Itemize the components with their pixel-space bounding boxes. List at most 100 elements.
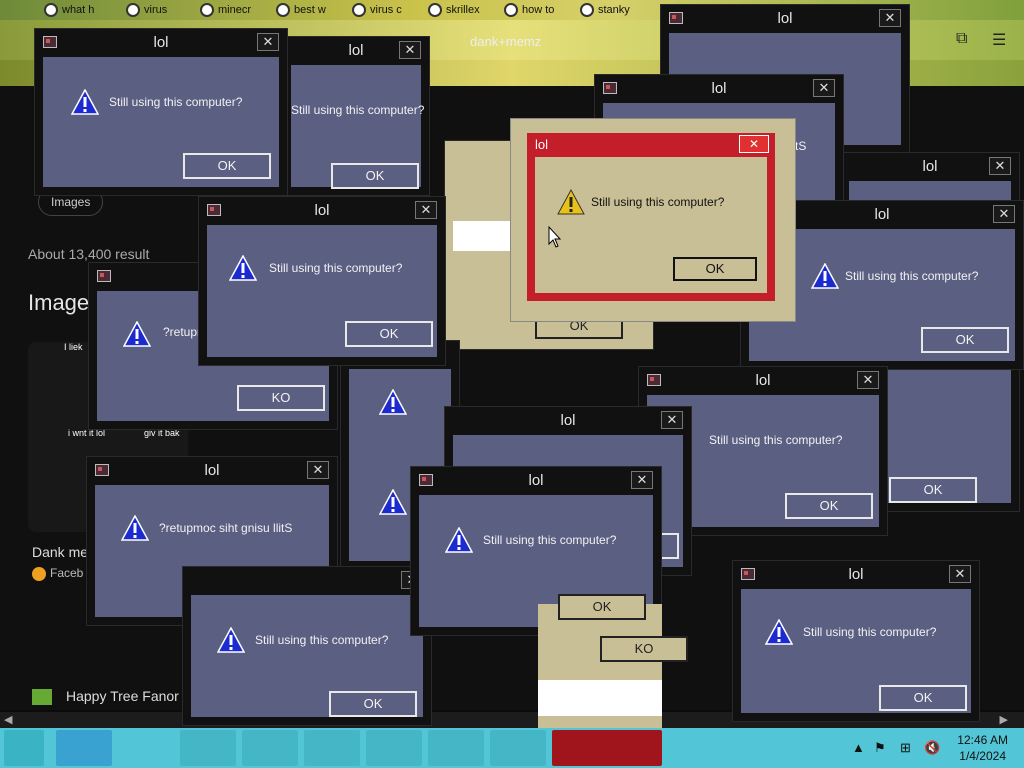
cmd-taskbar-icon[interactable] [304, 730, 360, 766]
close-button[interactable]: ✕ [949, 565, 971, 583]
scroll-right-icon[interactable]: ▶ [1000, 712, 1008, 728]
warning-icon [121, 515, 149, 541]
ok-button[interactable]: OK [785, 493, 873, 519]
paint-taskbar-icon[interactable] [242, 730, 298, 766]
result-title[interactable]: Happy Tree Fanor [32, 688, 179, 706]
browser-tab[interactable]: how to [500, 0, 574, 20]
browser-tab[interactable]: stanky [576, 0, 652, 20]
images-heading: Image [28, 290, 90, 315]
dialog-titlebar[interactable]: ✕ [183, 567, 431, 595]
close-button[interactable]: ✕ [857, 371, 879, 389]
address-text[interactable]: dank+memz [470, 34, 541, 49]
facebook-icon [32, 566, 46, 581]
dialog-fragment-body [538, 680, 662, 716]
google-icon [200, 3, 214, 17]
ko-button[interactable]: KO [237, 385, 325, 411]
meme-caption: I liek [64, 342, 83, 352]
close-button[interactable]: ✕ [415, 201, 437, 219]
dice-taskbar-icon[interactable] [490, 730, 546, 766]
mouse-cursor-icon [548, 226, 562, 248]
result-source: Faceb [32, 566, 83, 581]
browser-tab[interactable]: virus c [348, 0, 420, 20]
close-button[interactable]: ✕ [989, 157, 1011, 175]
chrome-taskbar-icon[interactable] [118, 730, 174, 766]
warning-icon [445, 527, 473, 553]
close-button[interactable]: ✕ [661, 411, 683, 429]
close-button[interactable]: ✕ [879, 9, 901, 27]
dialog-message: ?retupmoc siht gnisu llitS [159, 521, 293, 535]
dialog-window[interactable]: lol ✕ Still using this computer? OK [198, 196, 446, 366]
browser-tab[interactable]: virus [122, 0, 194, 20]
clock-date: 1/4/2024 [959, 749, 1006, 763]
clock[interactable]: 12:46 AM 1/4/2024 [957, 732, 1008, 764]
browser-tab[interactable]: skrillex [424, 0, 498, 20]
active-taskbar-item[interactable] [552, 730, 662, 766]
dialog-message: Still using this computer? [109, 95, 243, 109]
google-icon [352, 3, 366, 17]
dialog-message: Still using this computer? [845, 269, 979, 283]
browser-tab[interactable]: what h [40, 0, 116, 20]
browser-tab[interactable]: best w [272, 0, 344, 20]
dialog-titlebar[interactable]: lol ✕ [411, 467, 661, 495]
close-button[interactable]: ✕ [307, 461, 329, 479]
dialog-message: Still using this computer? [255, 633, 389, 647]
ok-button[interactable]: OK [879, 685, 967, 711]
dialog-titlebar[interactable]: lol ✕ [595, 75, 843, 103]
ok-button[interactable]: OK [345, 321, 433, 347]
menu-icon[interactable]: ☰ [992, 30, 1006, 50]
dialog-message: Still using this computer? [483, 533, 617, 547]
dialog-window-focused[interactable]: lol ✕ Still using this computer? OK [510, 118, 796, 322]
dialog-titlebar[interactable]: lol ✕ [733, 561, 979, 589]
taskbar: ▲ ⚑ ⊞ 🔇 12:46 AM 1/4/2024 [0, 728, 1024, 768]
warning-icon [229, 255, 257, 281]
scroll-left-icon[interactable]: ◀ [4, 712, 12, 728]
volume-muted-icon[interactable]: 🔇 [924, 740, 940, 756]
result-title[interactable]: Dank me [32, 544, 88, 560]
dialog-titlebar[interactable]: lol ✕ [841, 153, 1019, 181]
tray-chevron-icon[interactable]: ▲ [852, 740, 865, 755]
close-button[interactable]: ✕ [399, 41, 421, 59]
focused-dialog-frame: lol ✕ Still using this computer? OK [527, 133, 775, 301]
dialog-message: Still using this computer? [803, 625, 937, 639]
warning-icon [123, 321, 151, 347]
extensions-icon[interactable]: ⧉ [956, 30, 967, 48]
ok-button[interactable]: OK [921, 327, 1009, 353]
close-button[interactable]: ✕ [739, 135, 769, 153]
dialog-window[interactable]: ✕ Still using this computer? OK [182, 566, 432, 726]
google-icon [276, 3, 290, 17]
dialog-fragment: OK KO [538, 594, 688, 728]
dialog-titlebar[interactable]: lol ✕ [199, 197, 445, 225]
ok-button[interactable]: OK [329, 691, 417, 717]
ok-button[interactable]: OK [558, 594, 646, 620]
ko-button[interactable]: KO [600, 636, 688, 662]
notepad-taskbar-icon[interactable] [366, 730, 422, 766]
dialog-window[interactable]: lol ✕ Still using this computer? OK [732, 560, 980, 722]
ok-button[interactable]: OK [673, 257, 757, 281]
firefox-taskbar-icon[interactable] [56, 730, 112, 766]
dialog-titlebar[interactable]: lol ✕ [445, 407, 691, 435]
browser-tab[interactable]: minecr [196, 0, 268, 20]
dialog-titlebar[interactable]: lol ✕ [87, 457, 337, 485]
dialog-titlebar[interactable]: lol ✕ [35, 29, 287, 57]
app-taskbar-icon[interactable] [180, 730, 236, 766]
close-button[interactable]: ✕ [993, 205, 1015, 223]
dialog-window[interactable]: lol ✕ Still using this computer? OK [282, 36, 430, 196]
ok-button[interactable]: OK [889, 477, 977, 503]
ok-button[interactable]: OK [331, 163, 419, 189]
explorer-taskbar-icon[interactable] [428, 730, 484, 766]
network-icon[interactable]: ⊞ [900, 740, 911, 756]
dialog-titlebar[interactable]: lol ✕ [661, 5, 909, 33]
dialog-titlebar[interactable]: lol ✕ [283, 37, 429, 65]
start-button[interactable] [4, 730, 44, 766]
ok-button[interactable]: OK [183, 153, 271, 179]
close-button[interactable]: ✕ [631, 471, 653, 489]
dialog-message: Still using this computer? [709, 433, 843, 447]
dialog-title: lol [535, 137, 549, 152]
close-button[interactable]: ✕ [257, 33, 279, 51]
dialog-window[interactable]: lol ✕ Still using this computer? OK [34, 28, 288, 196]
dialog-titlebar[interactable]: lol ✕ [639, 367, 887, 395]
results-count: About 13,400 result [28, 246, 150, 262]
close-button[interactable]: ✕ [813, 79, 835, 97]
dialog-body: Still using this computer? OK [741, 589, 971, 713]
flag-icon[interactable]: ⚑ [874, 740, 886, 756]
